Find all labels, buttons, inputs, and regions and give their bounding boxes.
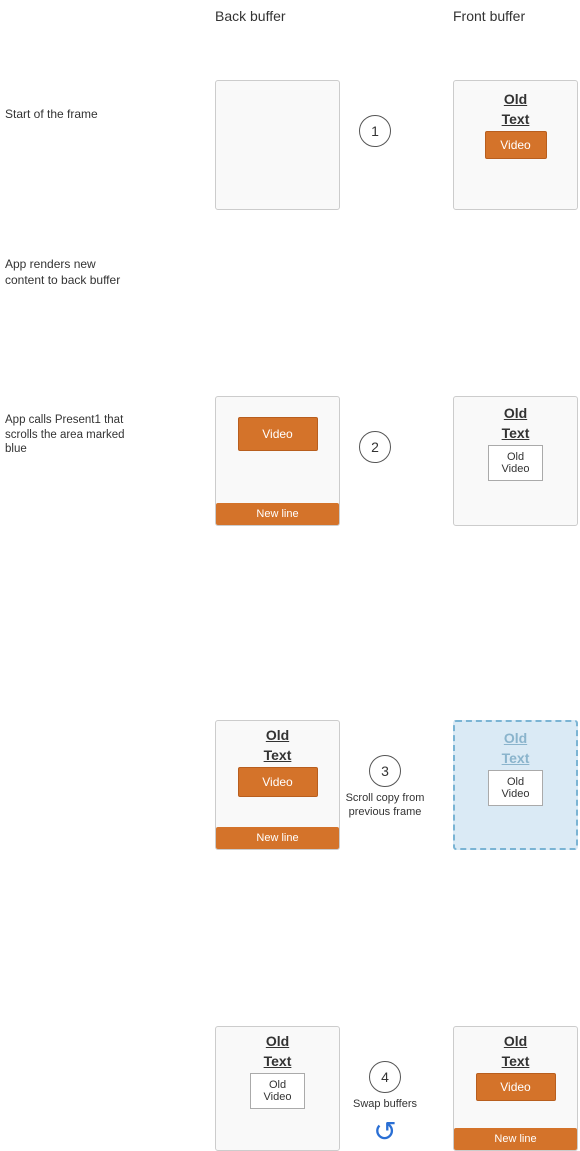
back-3-text2: Text bbox=[224, 747, 331, 763]
front-4-newline: New line bbox=[454, 1128, 577, 1150]
row-3: App calls Present1 that scrolls the area… bbox=[0, 355, 580, 505]
back-4-text1: Old bbox=[224, 1033, 331, 1049]
step-4-number: 4 bbox=[369, 1061, 401, 1093]
back-3-newline: New line bbox=[216, 827, 339, 849]
step-3-area: 3 Scroll copy from previous frame bbox=[345, 755, 425, 820]
front-buffer-3: Old Text OldVideo bbox=[453, 720, 578, 850]
step-3-text: Scroll copy from previous frame bbox=[345, 791, 425, 820]
step-1-number: 1 bbox=[359, 115, 391, 147]
swap-icon: ↺ bbox=[373, 1115, 396, 1148]
front-3-text2: Text bbox=[463, 750, 568, 766]
step-3-number: 3 bbox=[369, 755, 401, 787]
back-4-text2: Text bbox=[224, 1053, 331, 1069]
front-buffer-4: Old Text Video New line bbox=[453, 1026, 578, 1151]
back-buffer-4: Old Text OldVideo bbox=[215, 1026, 340, 1151]
front-1-text1: Old bbox=[462, 91, 569, 107]
front-3-inner: OldVideo bbox=[488, 770, 543, 806]
back-4-inner: OldVideo bbox=[250, 1073, 305, 1109]
back-3-video: Video bbox=[238, 767, 318, 797]
row-2-label: App renders new content to back buffer bbox=[0, 247, 135, 288]
back-buffer-1 bbox=[215, 80, 340, 210]
header-front-label: Front buffer bbox=[453, 8, 525, 24]
front-4-video: Video bbox=[476, 1073, 556, 1101]
row-1-label: Start of the frame bbox=[0, 97, 135, 123]
back-3-text1: Old bbox=[224, 727, 331, 743]
step-4-text: Swap buffers bbox=[345, 1097, 425, 1111]
front-1-video: Video bbox=[485, 131, 547, 159]
front-1-text2: Text bbox=[462, 111, 569, 127]
row-2: App renders new content to back buffer V… bbox=[0, 193, 580, 343]
front-4-text2: Text bbox=[462, 1053, 569, 1069]
step-1-circle: 1 bbox=[345, 115, 405, 147]
row-3-label: App calls Present1 that scrolls the area… bbox=[0, 403, 135, 458]
row-1: Start of the frame 1 Old Text Video bbox=[0, 35, 580, 185]
front-4-text1: Old bbox=[462, 1033, 569, 1049]
row-4: Old Text OldVideo 4 Swap buffers ↺ Old T… bbox=[0, 508, 580, 648]
step-4-area: 4 Swap buffers ↺ bbox=[345, 1061, 425, 1148]
front-buffer-1: Old Text Video bbox=[453, 80, 578, 210]
front-3-text1: Old bbox=[463, 730, 568, 746]
header-back-label: Back buffer bbox=[215, 8, 286, 24]
back-buffer-3: Old Text Video New line bbox=[215, 720, 340, 850]
